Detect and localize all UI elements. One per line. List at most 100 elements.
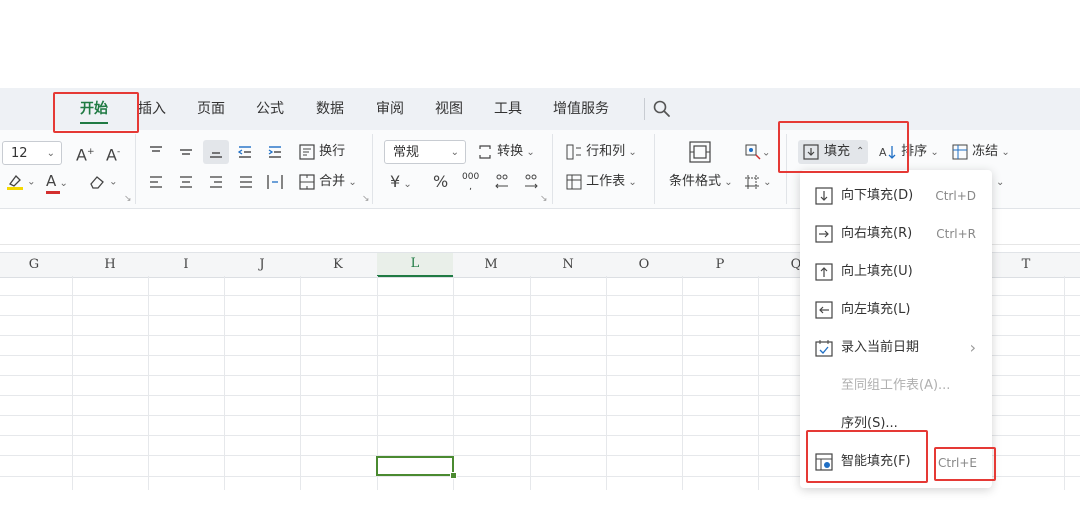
group-launcher-icon[interactable]: ↘	[124, 194, 132, 204]
chevron-down-icon: ⌄	[345, 177, 357, 188]
row-col-label: 行和列	[586, 144, 626, 159]
clear-format-button[interactable]: ⌄	[88, 172, 118, 192]
tab-tools[interactable]: 工具	[494, 88, 522, 130]
tab-formula[interactable]: 公式	[256, 88, 284, 130]
align-bottom-button[interactable]	[203, 140, 229, 164]
column-header-t[interactable]: T	[988, 253, 1064, 277]
calendar-check-icon	[815, 340, 833, 357]
selected-cell[interactable]	[376, 456, 454, 476]
fill-label: 填充	[824, 144, 851, 159]
sort-label: 排序	[901, 144, 928, 159]
column-header-h[interactable]: H	[72, 253, 148, 277]
column-header-n[interactable]: N	[530, 253, 606, 277]
fill-button[interactable]: 填充 ⌃	[798, 140, 868, 164]
menu-item-shortcut: Ctrl+R	[936, 227, 976, 241]
row-col-button[interactable]: 行和列 ⌄	[566, 143, 637, 162]
chevron-down-icon: ⌄	[56, 178, 68, 189]
font-color-swatch	[46, 191, 60, 194]
fill-up-icon	[815, 263, 833, 281]
justify-icon[interactable]	[238, 175, 254, 189]
percent-format-button[interactable]: %	[433, 173, 448, 191]
menu-item-series[interactable]: 序列(S)...	[800, 406, 992, 442]
number-format-select[interactable]: 常规 ⌄	[384, 140, 466, 164]
ribbon-tab-bar: 开始 插入 页面 公式 数据 审阅 视图 工具 增值服务	[0, 88, 1080, 130]
chevron-down-icon: ⌄	[762, 147, 771, 159]
menu-item-insert-current-date[interactable]: 录入当前日期 ›	[800, 330, 992, 366]
column-header-p[interactable]: P	[682, 253, 758, 277]
chevron-down-icon: ⌄	[400, 179, 412, 190]
fill-down-icon	[815, 187, 833, 205]
menu-item-fill-down[interactable]: 向下填充(D) Ctrl+D	[800, 178, 992, 214]
worksheet-button[interactable]: 工作表 ⌄	[566, 173, 637, 192]
group-launcher-icon[interactable]: ↘	[540, 194, 548, 204]
currency-symbol: ¥	[390, 172, 401, 191]
increase-indent-icon[interactable]	[267, 145, 283, 159]
menu-item-label: 至同组工作表(A)...	[841, 378, 951, 393]
conditional-format-icon[interactable]	[688, 140, 712, 164]
tab-page[interactable]: 页面	[197, 88, 225, 130]
column-header-l[interactable]: L	[377, 253, 453, 277]
grid-line	[1064, 276, 1065, 490]
eraser-icon	[90, 176, 104, 189]
ribbon-separator	[552, 134, 553, 204]
increase-decimal-icon[interactable]	[493, 173, 511, 191]
column-header-o[interactable]: O	[606, 253, 682, 277]
tab-view[interactable]: 视图	[435, 88, 463, 130]
decrease-indent-icon[interactable]	[237, 145, 253, 159]
column-header-m[interactable]: M	[453, 253, 529, 277]
chevron-down-icon[interactable]: ⌄	[996, 173, 1004, 192]
distributed-align-icon[interactable]	[266, 173, 284, 191]
fill-left-icon	[815, 301, 833, 319]
align-right-icon[interactable]	[208, 175, 224, 189]
search-icon[interactable]	[652, 99, 672, 119]
column-header-g[interactable]: G	[0, 253, 72, 277]
tab-review[interactable]: 审阅	[376, 88, 404, 130]
currency-format-button[interactable]: ¥ ⌄	[390, 173, 412, 194]
align-middle-icon[interactable]	[178, 145, 194, 159]
tab-separator	[644, 98, 645, 120]
highlight-color-button[interactable]: ⌄	[6, 172, 36, 192]
decrease-decimal-icon[interactable]	[522, 173, 540, 191]
chevron-down-icon: ⌄	[760, 177, 772, 188]
convert-button[interactable]: 转换 ⌄	[477, 143, 535, 162]
smart-fill-icon	[815, 453, 833, 471]
tab-data[interactable]: 数据	[316, 88, 344, 130]
font-color-icon: A	[46, 172, 57, 190]
cell-style-button[interactable]: ⌄	[744, 143, 770, 163]
wrap-text-button[interactable]: 换行	[299, 143, 345, 161]
decrease-font-icon[interactable]: A-	[106, 143, 120, 164]
freeze-button[interactable]: 冻结 ⌄	[952, 143, 1010, 162]
grid-line	[300, 276, 301, 490]
sort-button[interactable]: A 排序 ⌄	[879, 143, 939, 162]
menu-item-fill-up[interactable]: 向上填充(U)	[800, 254, 992, 290]
border-button[interactable]: ⌄	[744, 173, 772, 192]
thousands-separator-button[interactable]: 000,	[462, 172, 479, 192]
font-color-button[interactable]: A ⌄	[46, 172, 68, 194]
align-center-icon[interactable]	[178, 175, 194, 189]
merge-cells-icon	[299, 173, 315, 190]
fill-down-icon	[803, 144, 819, 160]
tab-insert[interactable]: 插入	[138, 88, 166, 130]
merge-cells-button[interactable]: 合并 ⌄	[299, 173, 357, 192]
ribbon-separator	[654, 134, 655, 204]
font-size-select[interactable]: 12 ⌄	[2, 141, 62, 165]
menu-item-label: 向上填充(U)	[841, 264, 913, 279]
align-left-icon[interactable]	[148, 175, 164, 189]
menu-item-fill-left[interactable]: 向左填充(L)	[800, 292, 992, 328]
align-top-icon[interactable]	[148, 145, 164, 159]
wrap-text-icon	[299, 143, 315, 160]
increase-font-icon[interactable]: A+	[76, 143, 95, 164]
active-tab-underline	[80, 122, 108, 124]
tab-value-added-services[interactable]: 增值服务	[553, 88, 609, 130]
group-launcher-icon[interactable]: ↘	[362, 194, 370, 204]
column-header-j[interactable]: J	[224, 253, 300, 277]
column-header-i[interactable]: I	[148, 253, 224, 277]
menu-item-label: 序列(S)...	[841, 416, 898, 431]
grid-line	[682, 276, 683, 490]
column-header-k[interactable]: K	[300, 253, 376, 277]
fill-handle[interactable]	[450, 472, 457, 479]
menu-item-fill-right[interactable]: 向右填充(R) Ctrl+R	[800, 216, 992, 252]
grid-line	[72, 276, 73, 490]
chevron-down-icon: ⌄	[106, 176, 118, 188]
conditional-format-button[interactable]: 条件格式 ⌄	[669, 173, 733, 192]
